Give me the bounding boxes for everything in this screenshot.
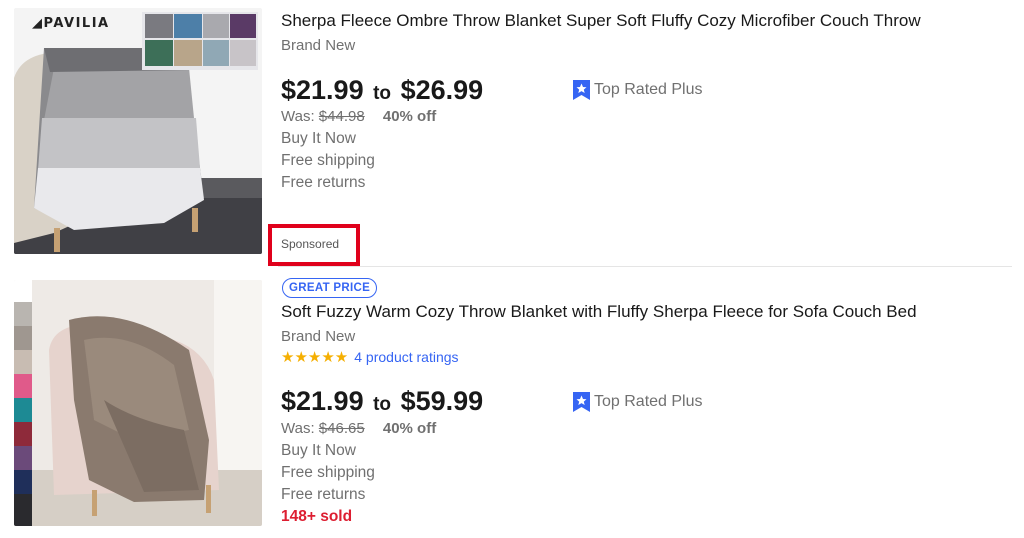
price-high-2: $59.99 bbox=[400, 386, 484, 416]
shipping-2: Free shipping bbox=[281, 464, 375, 481]
was-label-2: Was: bbox=[281, 420, 315, 437]
rating-row-2: ★★★★★ 4 product ratings bbox=[281, 349, 459, 365]
price-low-1: $21.99 bbox=[281, 75, 364, 105]
top-rated-plus-1: Top Rated Plus bbox=[573, 80, 703, 100]
sold-count-2: 148+ sold bbox=[281, 508, 353, 525]
top-rated-label-1: Top Rated Plus bbox=[594, 81, 703, 98]
blanket-photo-gray bbox=[14, 8, 262, 254]
listing-divider bbox=[278, 266, 1012, 267]
condition-label-2: Brand New bbox=[281, 328, 356, 345]
was-price-row-1: Was: $44.98 40% off bbox=[281, 108, 436, 125]
price-low-2: $21.99 bbox=[281, 386, 364, 416]
listing-image-2[interactable] bbox=[14, 280, 262, 526]
price-range-2: $21.99 to $59.99 bbox=[281, 386, 483, 417]
discount-2: 40% off bbox=[382, 420, 437, 437]
condition-label-1: Brand New bbox=[281, 37, 356, 54]
was-price-1: $44.98 bbox=[318, 108, 365, 125]
shipping-1: Free shipping bbox=[281, 152, 375, 169]
was-price-2: $46.65 bbox=[318, 420, 365, 437]
returns-1: Free returns bbox=[281, 174, 366, 191]
top-rated-label-2: Top Rated Plus bbox=[594, 393, 703, 410]
listing-image-1[interactable]: ◢PAVILIA bbox=[14, 8, 262, 254]
product-ratings-link[interactable]: 4 product ratings bbox=[354, 349, 458, 365]
was-price-row-2: Was: $46.65 40% off bbox=[281, 420, 436, 437]
buy-format-2: Buy It Now bbox=[281, 442, 356, 459]
discount-1: 40% off bbox=[382, 108, 437, 125]
listing-card-2: GREAT PRICE Soft Fuzzy Warm Cozy Throw B… bbox=[0, 268, 1024, 538]
top-rated-plus-2: Top Rated Plus bbox=[573, 392, 703, 412]
great-price-badge: GREAT PRICE bbox=[282, 278, 378, 298]
listing-title-1[interactable]: Sherpa Fleece Ombre Throw Blanket Super … bbox=[281, 11, 921, 31]
brand-logo: ◢PAVILIA bbox=[32, 16, 110, 31]
blanket-photo-taupe bbox=[14, 280, 262, 526]
sponsored-label[interactable]: Sponsored bbox=[281, 237, 339, 251]
was-label-1: Was: bbox=[281, 108, 315, 125]
buy-format-1: Buy It Now bbox=[281, 130, 356, 147]
price-range-1: $21.99 to $26.99 bbox=[281, 75, 483, 106]
top-rated-badge-icon bbox=[573, 392, 590, 412]
brand-leaf-icon: ◢ bbox=[32, 16, 44, 31]
price-high-1: $26.99 bbox=[400, 75, 484, 105]
listing-card-1: ◢PAVILIA Sherpa Fleece Ombre Throw Blank… bbox=[0, 0, 1024, 268]
price-to-1: to bbox=[373, 83, 392, 104]
star-rating-icon: ★★★★★ bbox=[281, 348, 349, 366]
price-to-2: to bbox=[373, 394, 392, 415]
listing-title-2[interactable]: Soft Fuzzy Warm Cozy Throw Blanket with … bbox=[281, 302, 917, 322]
returns-2: Free returns bbox=[281, 486, 366, 503]
top-rated-badge-icon bbox=[573, 80, 590, 100]
